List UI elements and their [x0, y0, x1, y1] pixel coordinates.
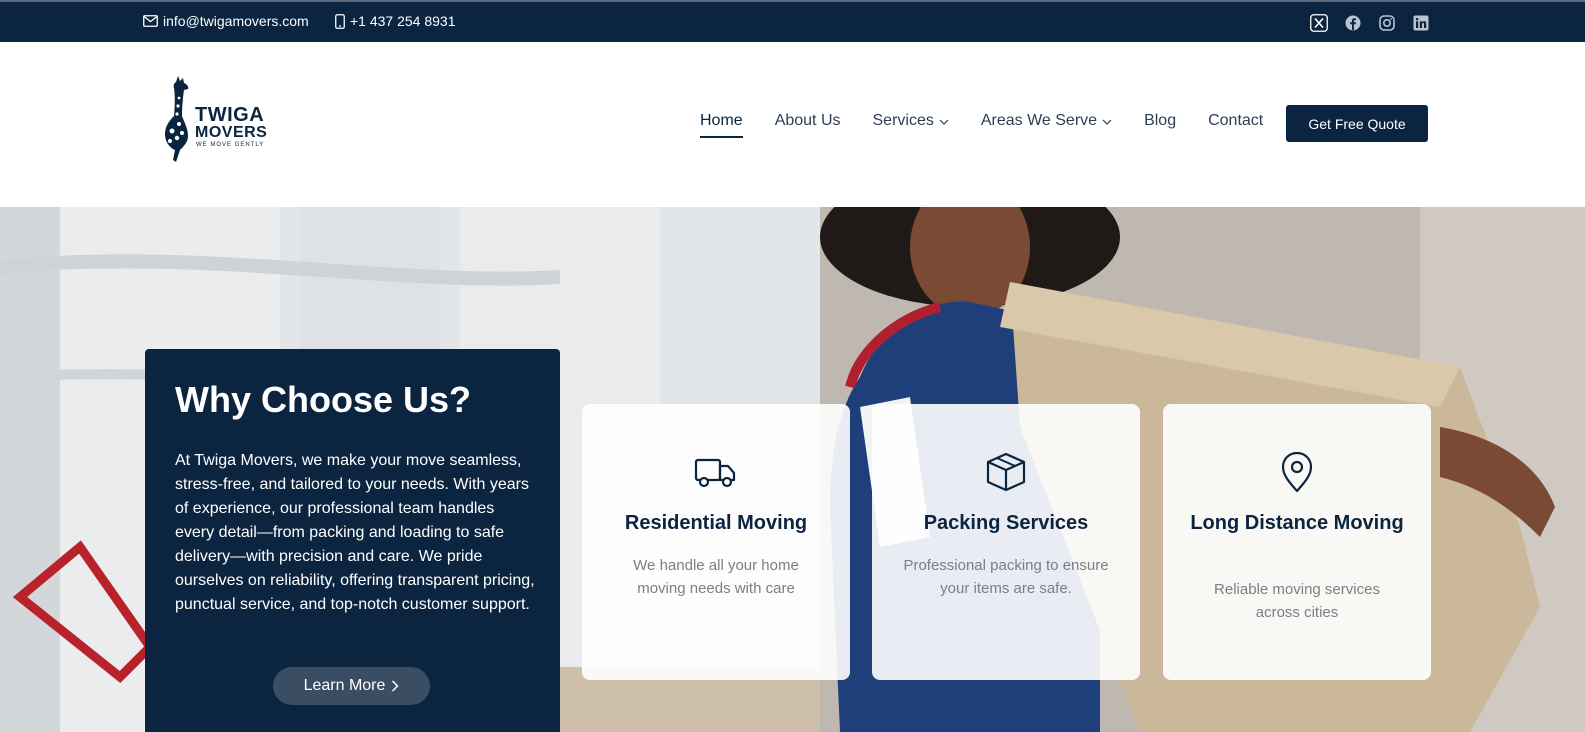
nav-label: Blog: [1144, 112, 1177, 129]
why-title: Why Choose Us?: [175, 379, 472, 420]
social-links: [1310, 14, 1430, 32]
box-icon: [986, 452, 1026, 492]
learn-more-label: Learn More: [303, 677, 386, 694]
site-header: TWIGA MOVERS WE MOVE GENTLY Home About U…: [0, 42, 1585, 207]
instagram-icon[interactable]: [1378, 14, 1396, 32]
service-card-residential-moving[interactable]: Residential Moving We handle all your ho…: [582, 404, 850, 680]
card-description: We handle all your home moving needs wit…: [633, 557, 799, 597]
why-choose-us-panel: Why Choose Us? At Twiga Movers, we make …: [145, 349, 560, 732]
nav-blog[interactable]: Blog: [1144, 112, 1176, 136]
x-icon[interactable]: [1310, 14, 1328, 32]
card-description: Reliable moving services across cities: [1214, 581, 1380, 621]
email-text: info@twigamovers.com: [163, 13, 309, 29]
nav-label: Areas We Serve: [980, 112, 1098, 129]
nav-services[interactable]: Services: [873, 112, 949, 136]
card-description: Professional packing to ensure your item…: [903, 557, 1109, 597]
linkedin-icon[interactable]: [1412, 14, 1430, 32]
get-free-quote-button[interactable]: Get Free Quote: [1286, 105, 1428, 142]
phone-text: +1 437 254 8931: [350, 13, 456, 29]
logo-tagline: WE MOVE GENTLY: [196, 142, 265, 148]
email-link[interactable]: info@twigamovers.com: [143, 13, 309, 29]
card-title: Packing Services: [923, 512, 1089, 534]
nav-label: Services: [872, 112, 934, 129]
truck-icon: [694, 458, 736, 488]
why-text: At Twiga Movers, we make your move seaml…: [175, 452, 535, 613]
phone-icon: [335, 13, 345, 29]
chevron-down-icon: [939, 119, 949, 125]
chevron-down-icon: [1102, 119, 1112, 125]
location-pin-icon: [1281, 452, 1313, 492]
top-bar: info@twigamovers.com +1 437 254 8931: [0, 0, 1585, 42]
phone-link[interactable]: +1 437 254 8931: [335, 13, 456, 29]
logo[interactable]: TWIGA MOVERS WE MOVE GENTLY: [162, 76, 272, 166]
hero-section: Why Choose Us? At Twiga Movers, we make …: [0, 207, 1585, 732]
nav-home[interactable]: Home: [700, 112, 743, 138]
card-title: Long Distance Moving: [1190, 512, 1404, 534]
facebook-icon[interactable]: [1344, 14, 1362, 32]
service-card-long-distance-moving[interactable]: Long Distance Moving Reliable moving ser…: [1163, 404, 1431, 680]
nav-label: Home: [700, 112, 743, 129]
nav-areas-we-serve[interactable]: Areas We Serve: [981, 112, 1112, 136]
envelope-icon: [143, 15, 158, 27]
logo-line-2: MOVERS: [195, 124, 268, 141]
nav-label: Contact: [1208, 112, 1264, 129]
service-card-packing-services[interactable]: Packing Services Professional packing to…: [872, 404, 1140, 680]
learn-more-button[interactable]: Learn More: [273, 667, 430, 705]
main-nav: Home About Us Services Areas We Serve Bl…: [700, 112, 1295, 138]
nav-label: About Us: [774, 112, 841, 129]
nav-contact[interactable]: Contact: [1208, 112, 1263, 136]
nav-about-us[interactable]: About Us: [775, 112, 841, 136]
chevron-right-icon: [392, 680, 399, 692]
giraffe-icon: [165, 76, 189, 162]
card-title: Residential Moving: [624, 512, 808, 534]
